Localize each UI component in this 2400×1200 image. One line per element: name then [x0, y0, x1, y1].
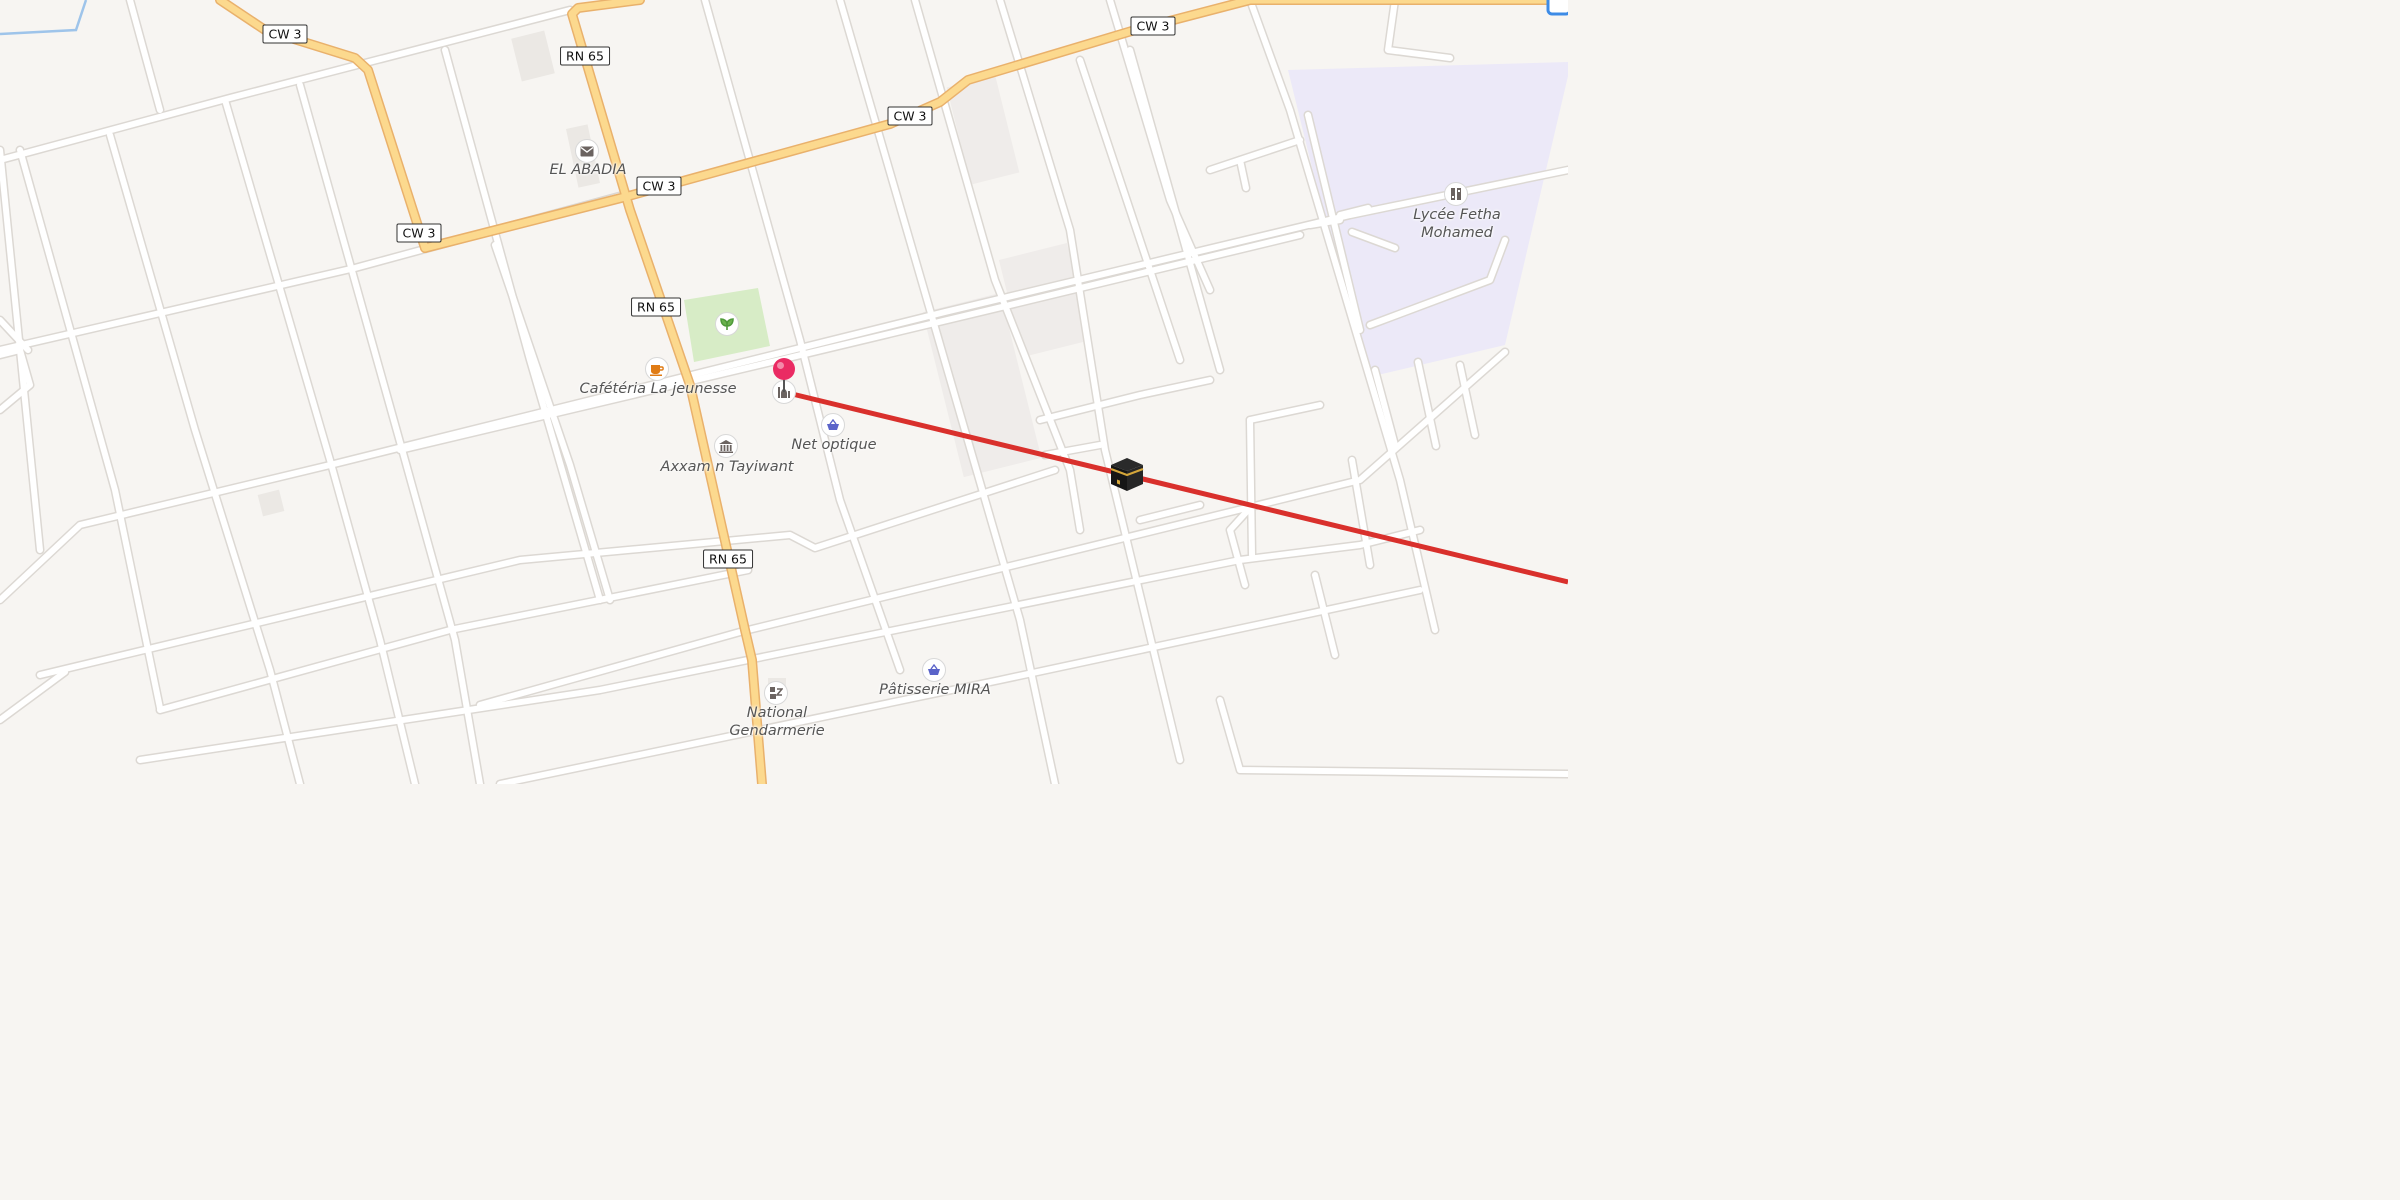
school-icon[interactable] [1444, 182, 1468, 206]
building [257, 489, 285, 517]
poi-label-gendarmerie[interactable]: National Gendarmerie [722, 704, 832, 740]
location-pin-icon[interactable] [772, 357, 796, 393]
road-shield-cw3: CW 3 [396, 223, 442, 243]
police-icon[interactable] [764, 681, 788, 705]
road-shield-rn65: RN 65 [560, 46, 610, 66]
coffee-cup-icon[interactable] [645, 357, 669, 381]
museum-icon[interactable] [714, 434, 738, 458]
poi-label-net-optique[interactable]: Net optique [791, 436, 876, 454]
building [511, 30, 555, 82]
poi-label-cafeteria[interactable]: Cafétéria La jeunesse [580, 380, 737, 398]
kaaba-icon[interactable] [1110, 456, 1144, 492]
envelope-icon[interactable] [575, 139, 599, 163]
road-shield-cw3: CW 3 [636, 176, 682, 196]
poi-label-axxam[interactable]: Axxam n Tayiwant [661, 458, 794, 476]
poi-label-lycee[interactable]: Lycée Fetha Mohamed [1387, 206, 1527, 242]
road-shield-cw3: CW 3 [887, 106, 933, 126]
poi-label-el-abadia[interactable]: EL ABADIA [550, 161, 627, 179]
basket-icon[interactable] [922, 658, 946, 682]
leaf-icon[interactable] [715, 312, 739, 336]
basket-icon[interactable] [821, 413, 845, 437]
water-stream [0, 0, 88, 36]
road-shield-cw3: CW 3 [1130, 16, 1176, 36]
qibla-direction-line [783, 389, 1568, 585]
map-canvas[interactable]: CW 3 CW 3 CW 3 CW 3 CW 3 RN 65 RN 65 RN … [0, 0, 1568, 784]
poi-label-patisserie[interactable]: Pâtisserie MIRA [879, 681, 991, 699]
road-shield-rn65: RN 65 [703, 549, 753, 569]
map-marker-edge[interactable] [1546, 0, 1568, 16]
road-shield-cw3: CW 3 [262, 24, 308, 44]
road-shield-rn65: RN 65 [631, 297, 681, 317]
road-cw3-west [215, 0, 430, 253]
